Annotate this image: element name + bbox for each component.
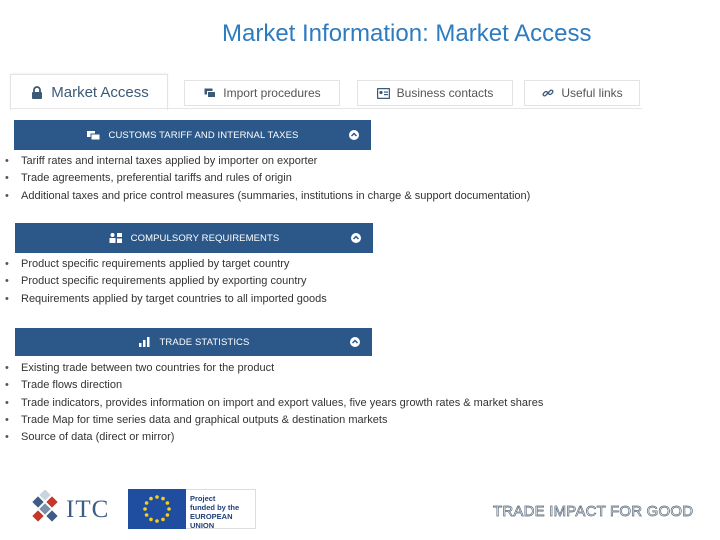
tab-label: Useful links [561, 86, 623, 100]
section-header-compulsory-requirements[interactable]: COMPULSORY REQUIREMENTS [15, 223, 373, 253]
list-item: Trade flows direction [5, 377, 543, 394]
tab-divider [10, 108, 642, 109]
tariff-icon [86, 129, 101, 141]
eu-flag-icon [128, 489, 186, 529]
itc-logo-text: ITC [66, 495, 110, 523]
section-title: COMPULSORY REQUIREMENTS [130, 232, 280, 244]
list-item: Product specific requirements applied by… [5, 273, 327, 290]
section-header-customs-tariff[interactable]: CUSTOMS TARIFF AND INTERNAL TAXES [14, 120, 371, 150]
lock-icon [29, 85, 45, 101]
eu-text-line: EUROPEAN UNION [190, 512, 233, 530]
tab-business-contacts[interactable]: Business contacts [357, 80, 513, 106]
link-icon [541, 86, 555, 100]
contact-card-icon [377, 86, 391, 100]
tab-market-access[interactable]: Market Access [10, 74, 168, 110]
tab-label: Business contacts [396, 86, 494, 100]
itc-logo: ITC [28, 489, 110, 529]
trade-statistics-list: Existing trade between two countries for… [5, 360, 543, 446]
list-item: Trade Map for time series data and graph… [5, 412, 543, 429]
list-item: Source of data (direct or mirror) [5, 429, 543, 446]
eu-text-line: Project [190, 494, 216, 503]
eu-funding-text: Project funded by the EUROPEAN UNION [186, 489, 256, 530]
chevron-up-icon[interactable] [350, 337, 360, 347]
list-item: Existing trade between two countries for… [5, 360, 543, 377]
itc-mark-icon [28, 489, 62, 529]
list-item: Product specific requirements applied by… [5, 256, 327, 273]
tab-bar: Market Access Import procedures Business… [10, 74, 642, 110]
tab-useful-links[interactable]: Useful links [524, 80, 640, 106]
compulsory-requirements-list: Product specific requirements applied by… [5, 256, 327, 308]
eu-text-line: funded by the [190, 503, 240, 512]
list-item: Additional taxes and price control measu… [5, 188, 530, 205]
chevron-up-icon[interactable] [351, 233, 361, 243]
tab-label: Import procedures [223, 86, 321, 100]
tab-import-procedures[interactable]: Import procedures [184, 80, 340, 106]
section-title: CUSTOMS TARIFF AND INTERNAL TAXES [108, 129, 299, 141]
list-item: Tariff rates and internal taxes applied … [5, 153, 530, 170]
list-item: Trade indicators, provides information o… [5, 395, 543, 412]
bar-chart-icon [138, 336, 152, 348]
section-header-trade-statistics[interactable]: TRADE STATISTICS [15, 328, 372, 356]
list-item: Trade agreements, preferential tariffs a… [5, 170, 530, 187]
eu-logo: Project funded by the EUROPEAN UNION [128, 489, 256, 530]
chevron-up-icon[interactable] [349, 130, 359, 140]
customs-tariff-list: Tariff rates and internal taxes applied … [5, 153, 530, 205]
tab-label: Market Access [51, 84, 149, 101]
section-title: TRADE STATISTICS [159, 336, 250, 348]
tagline: TRADE IMPACT FOR GOOD [493, 503, 694, 521]
documents-icon [203, 86, 217, 100]
requirements-icon [109, 232, 123, 244]
list-item: Requirements applied by target countries… [5, 291, 327, 308]
page-title: Market Information: Market Access [222, 20, 592, 47]
